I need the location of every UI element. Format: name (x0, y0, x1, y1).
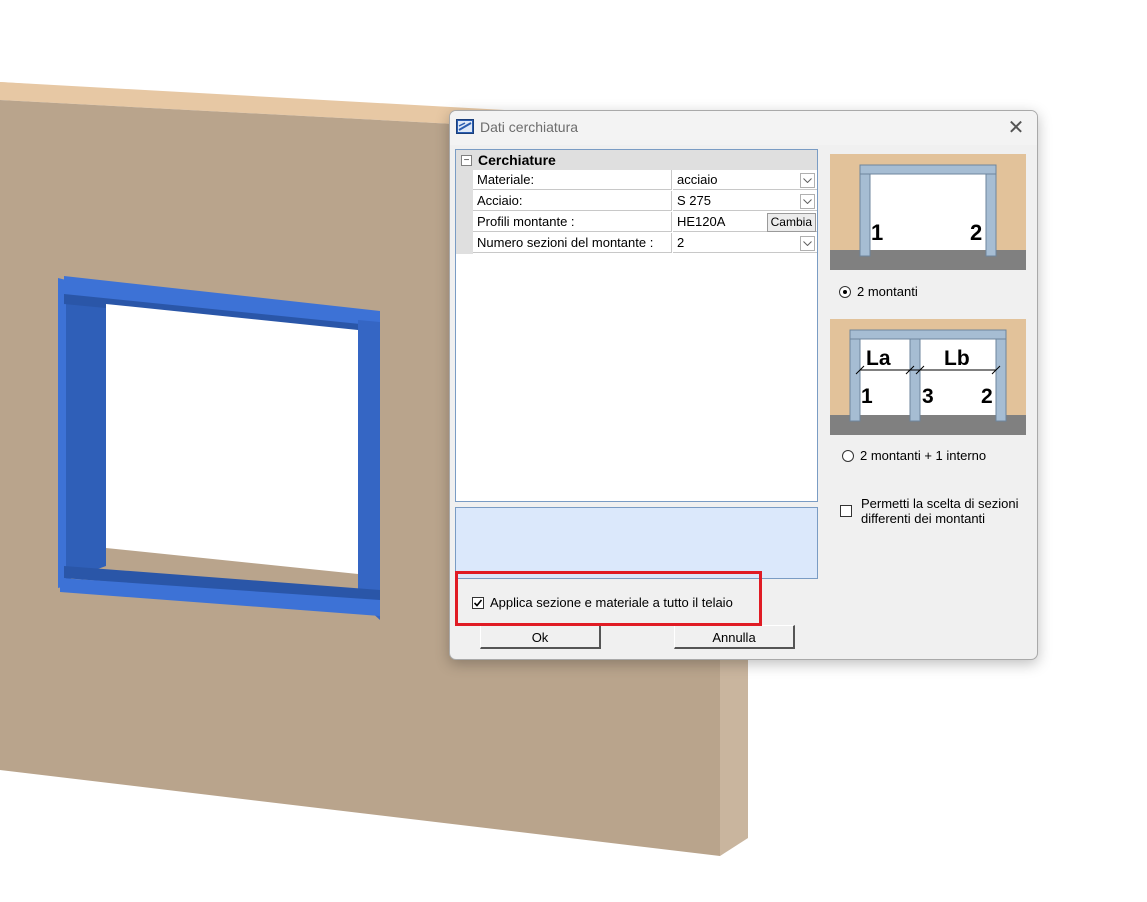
post-label-1: 1 (871, 220, 883, 245)
cancel-button[interactable]: Annulla (674, 625, 795, 649)
apply-all-checkbox[interactable] (472, 597, 484, 609)
collapse-icon[interactable]: − (461, 155, 472, 166)
property-grid: − Cerchiature Materiale: acciaio Acciaio… (455, 149, 818, 502)
two-posts-label[interactable]: 2 montanti (857, 284, 918, 299)
frame-jamb-left-face (58, 278, 66, 588)
apply-all-label[interactable]: Applica sezione e materiale a tutto il t… (490, 595, 733, 610)
property-row-acciaio[interactable]: Acciaio: S 275 (456, 191, 817, 212)
post-label-2: 2 (970, 220, 982, 245)
diagram-post-left (859, 173, 871, 257)
two-posts-diagram[interactable]: 1 2 (830, 154, 1026, 270)
post-label-2: 2 (981, 385, 993, 408)
span-label-lb: Lb (944, 347, 970, 370)
cerchiatura-dialog: Dati cerchiatura ✕ − Cerchiature Materia… (449, 110, 1038, 660)
frame-jamb-left (62, 282, 106, 582)
description-panel (455, 507, 818, 579)
app-icon (456, 119, 474, 134)
dialog-title: Dati cerchiatura (480, 119, 579, 135)
chevron-down-icon (803, 241, 812, 246)
window-opening (106, 304, 358, 574)
category-cerchiature[interactable]: − Cerchiature (456, 150, 817, 170)
different-sections-label-line2[interactable]: differenti dei montanti (861, 511, 985, 526)
profili-montante-value[interactable]: HE120A Cambia (673, 212, 817, 232)
property-name: Numero sezioni del montante : (473, 233, 672, 253)
diagram-post-left (849, 338, 861, 422)
frame-jamb-right (358, 320, 380, 620)
radio-selected-dot (843, 290, 847, 294)
different-sections-checkbox[interactable] (840, 505, 852, 517)
row-gutter (456, 233, 473, 254)
property-value: S 275 (677, 193, 711, 208)
diagram-post-right (995, 338, 1007, 422)
row-gutter (456, 212, 473, 233)
close-button[interactable]: ✕ (1003, 115, 1029, 141)
property-name: Profili montante : (473, 212, 672, 232)
row-gutter (456, 191, 473, 212)
property-name: Materiale: (473, 170, 672, 190)
two-posts-inner-diagram[interactable]: La Lb 1 3 2 (830, 319, 1026, 435)
diagram-ground (830, 250, 1026, 270)
diagram-post-inner (909, 338, 921, 422)
property-value: acciaio (677, 172, 718, 187)
acciaio-dropdown-button[interactable] (800, 194, 815, 209)
dialog-titlebar[interactable]: Dati cerchiatura ✕ (450, 111, 1037, 145)
property-row-numero-sezioni[interactable]: Numero sezioni del montante : 2 (456, 233, 817, 254)
chevron-down-icon (803, 199, 812, 204)
property-row-profili-montante[interactable]: Profili montante : HE120A Cambia (456, 212, 817, 233)
checkmark-icon (474, 599, 482, 607)
post-label-3: 3 (922, 385, 934, 408)
span-label-la: La (866, 347, 891, 370)
two-posts-inner-radio[interactable] (842, 450, 854, 462)
numero-sezioni-dropdown-button[interactable] (800, 236, 815, 251)
different-sections-label-line1[interactable]: Permetti la scelta di sezioni (861, 496, 1019, 511)
two-posts-inner-label[interactable]: 2 montanti + 1 interno (860, 448, 986, 463)
property-row-materiale[interactable]: Materiale: acciaio (456, 170, 817, 191)
cambia-button[interactable]: Cambia (766, 213, 816, 232)
diagram-post-right (985, 173, 997, 257)
chevron-down-icon (803, 178, 812, 183)
post-label-1: 1 (861, 385, 873, 408)
two-posts-radio[interactable] (839, 286, 851, 298)
property-value: HE120A (677, 214, 726, 229)
row-gutter (456, 170, 473, 191)
acciaio-value[interactable]: S 275 (673, 191, 817, 211)
materiale-value[interactable]: acciaio (673, 170, 817, 190)
ok-button[interactable]: Ok (480, 625, 601, 649)
property-name: Acciaio: (473, 191, 672, 211)
diagram-beam (849, 329, 1007, 340)
category-label: Cerchiature (478, 152, 556, 168)
close-icon: ✕ (1007, 117, 1025, 139)
diagram-beam (859, 164, 997, 175)
materiale-dropdown-button[interactable] (800, 173, 815, 188)
numero-sezioni-value[interactable]: 2 (673, 233, 817, 253)
property-value: 2 (677, 235, 685, 250)
